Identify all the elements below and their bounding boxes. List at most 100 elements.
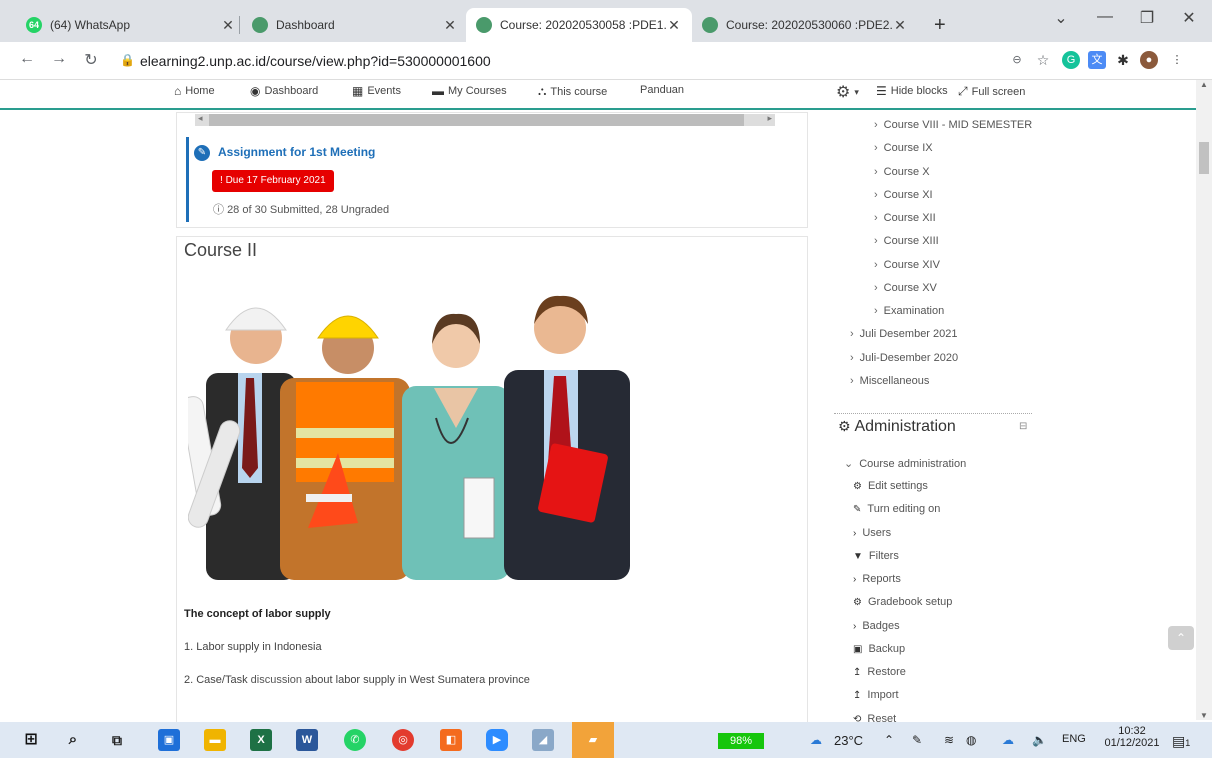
task-view-icon[interactable]: ⧉ [106,729,128,751]
address-bar[interactable]: 🔒 elearning2.unp.ac.id/course/view.php?i… [110,47,1050,75]
course-tree-item[interactable]: › Course XIV [874,259,940,271]
chevron-right-icon: › [874,119,878,131]
profile-avatar[interactable]: ● [1140,51,1158,69]
zoom-app-icon[interactable]: ▶ [486,729,508,751]
course-tree-item[interactable]: › Examination [874,305,944,317]
onedrive-icon[interactable]: ☁ [1002,733,1014,747]
admin-item-gradebook-setup[interactable]: ⚙ Gradebook setup [853,596,952,608]
course-tree-item[interactable]: › Course XV [874,282,937,294]
language-indicator[interactable]: ENG [1062,733,1086,745]
chrome-icon[interactable]: ◎ [392,729,414,751]
tab-dashboard[interactable]: Dashboard ✕ [242,8,468,42]
vertical-scrollbar[interactable]: ▲ ▼ [1196,80,1212,720]
search-icon[interactable]: ⌕ [62,729,84,751]
tab-course-2[interactable]: Course: 202020530060 :PDE2.61/ ✕ [692,8,918,42]
course-tree-item[interactable]: › Course IX [874,142,933,154]
temperature-label[interactable]: 23°C [834,733,863,748]
admin-item-reports[interactable]: › Reports [853,573,901,585]
word-icon[interactable]: W [296,729,318,751]
forward-icon[interactable]: → [48,50,70,68]
admin-item-restore[interactable]: ↥ Restore [853,666,906,678]
pen-icon[interactable]: ✎ [912,733,922,747]
close-icon[interactable]: ✕ [666,17,682,34]
course-tree-item[interactable]: › Course XII [874,212,936,224]
clock[interactable]: 10:32 01/12/2021 [1100,725,1164,749]
sticky-notes-icon[interactable]: ▰ [572,722,614,758]
scroll-down-icon[interactable]: ▼ [1200,711,1208,720]
translate-icon[interactable]: 文 [1088,51,1106,69]
admin-item-import[interactable]: ↥ Import [853,689,899,701]
network-icon[interactable]: ◍ [966,733,976,747]
admin-item-badges[interactable]: › Badges [853,620,900,632]
reload-icon[interactable]: ↻ [80,50,102,70]
nav-home[interactable]: ⌂ Home [174,84,215,98]
admin-item-users[interactable]: › Users [853,527,891,539]
close-icon[interactable]: ✕ [220,17,236,34]
nav-events[interactable]: ▦ Events [352,84,401,98]
discussion-link[interactable]: discussion [251,674,302,686]
show-hidden-icons-icon[interactable]: ⌃ [884,733,894,747]
new-tab-button[interactable]: + [924,8,954,42]
nav-this-course[interactable]: ⛬ This course [538,84,607,99]
back-icon[interactable]: ← [16,50,38,68]
tab-whatsapp[interactable]: 64 (64) WhatsApp ✕ [16,8,246,42]
admin-item-filters[interactable]: ▼ Filters [853,550,899,562]
full-screen-button[interactable]: ⤢ Full screen [958,84,1025,99]
course-administration-node[interactable]: ⌄ Course administration [844,457,966,470]
course-tree-item[interactable]: › Course XI [874,189,933,201]
nav-my-courses[interactable]: ▬ My Courses [432,84,507,98]
course-group-item[interactable]: › Juli-Desember 2020 [850,352,958,364]
admin-item-turn-editing-on[interactable]: ✎ Turn editing on [853,503,940,515]
course-tree-item[interactable]: › Course VIII - MID SEMESTER [874,119,1032,131]
battery-indicator[interactable]: 98% [718,733,764,749]
settings-menu[interactable]: ⚙ ▾ [836,82,859,102]
volume-icon[interactable]: 🔈 [1032,733,1047,747]
chevron-right-icon: › [853,574,857,585]
course-group-item[interactable]: › Juli Desember 2021 [850,328,958,340]
windows-start-icon[interactable]: ⊞ [20,729,42,751]
close-icon[interactable]: ✕ [442,17,458,34]
tab-search-icon[interactable]: ⌄ [1046,8,1076,28]
minimize-icon[interactable]: — [1090,8,1120,26]
store-icon[interactable]: ▣ [158,729,180,751]
scroll-up-icon[interactable]: ▲ [1200,80,1208,89]
collapse-block-icon[interactable]: ⊟ [1019,421,1027,432]
tab-title: Course: 202020530058 :PDE1.61/ [500,18,666,32]
moodle-icon [702,17,718,33]
wifi-icon[interactable]: ≋ [944,733,954,747]
app-icon[interactable]: ◢ [532,729,554,751]
assignment-link[interactable]: Assignment for 1st Meeting [218,145,375,159]
restore-icon[interactable]: ❐ [1132,8,1162,28]
horizontal-scrollbar[interactable]: ◂ ▸ [195,113,775,126]
window-close-icon[interactable]: ✕ [1174,8,1204,28]
whatsapp-app-icon[interactable]: ✆ [344,729,366,751]
browser-tab-strip: 64 (64) WhatsApp ✕ Dashboard ✕ Course: 2… [0,0,1212,42]
course-tree-item[interactable]: › Course XIII [874,235,939,247]
office-app-icon[interactable]: ◧ [440,729,462,751]
tab-course-active[interactable]: Course: 202020530058 :PDE1.61/ ✕ [466,8,692,42]
hide-blocks-button[interactable]: ☰ Hide blocks [876,84,948,98]
zoom-icon[interactable]: ⊖ [1008,51,1026,69]
bookmark-star-icon[interactable]: ☆ [1034,51,1052,69]
menu-icon[interactable]: ⋮ [1168,51,1186,69]
nav-dashboard[interactable]: ◉ Dashboard [250,84,318,98]
course-group-item[interactable]: › Miscellaneous [850,375,929,387]
admin-item-backup[interactable]: ▣ Backup [853,643,905,655]
notifications-icon[interactable]: ▤1 [1172,733,1190,750]
admin-item-edit-settings[interactable]: ⚙ Edit settings [853,480,928,492]
scrollbar-thumb[interactable] [209,114,744,126]
chevron-right-icon: › [874,188,878,201]
nav-panduan[interactable]: Panduan [640,84,684,96]
scrollbar-thumb[interactable] [1199,142,1209,174]
weather-icon[interactable]: ☁ [810,733,822,747]
grammarly-icon[interactable]: G [1062,51,1080,69]
close-icon[interactable]: ✕ [892,17,908,34]
back-to-top-button[interactable]: ⌃ [1168,626,1194,650]
excel-icon[interactable]: X [250,729,272,751]
course-tree-item[interactable]: › Course X [874,166,930,178]
scroll-right-icon[interactable]: ▸ [767,113,772,124]
scroll-left-icon[interactable]: ◂ [198,113,203,124]
extensions-icon[interactable]: ✱ [1114,51,1132,69]
file-explorer-icon[interactable]: ▬ [204,729,226,751]
chevron-down-icon: ⌄ [844,458,854,470]
